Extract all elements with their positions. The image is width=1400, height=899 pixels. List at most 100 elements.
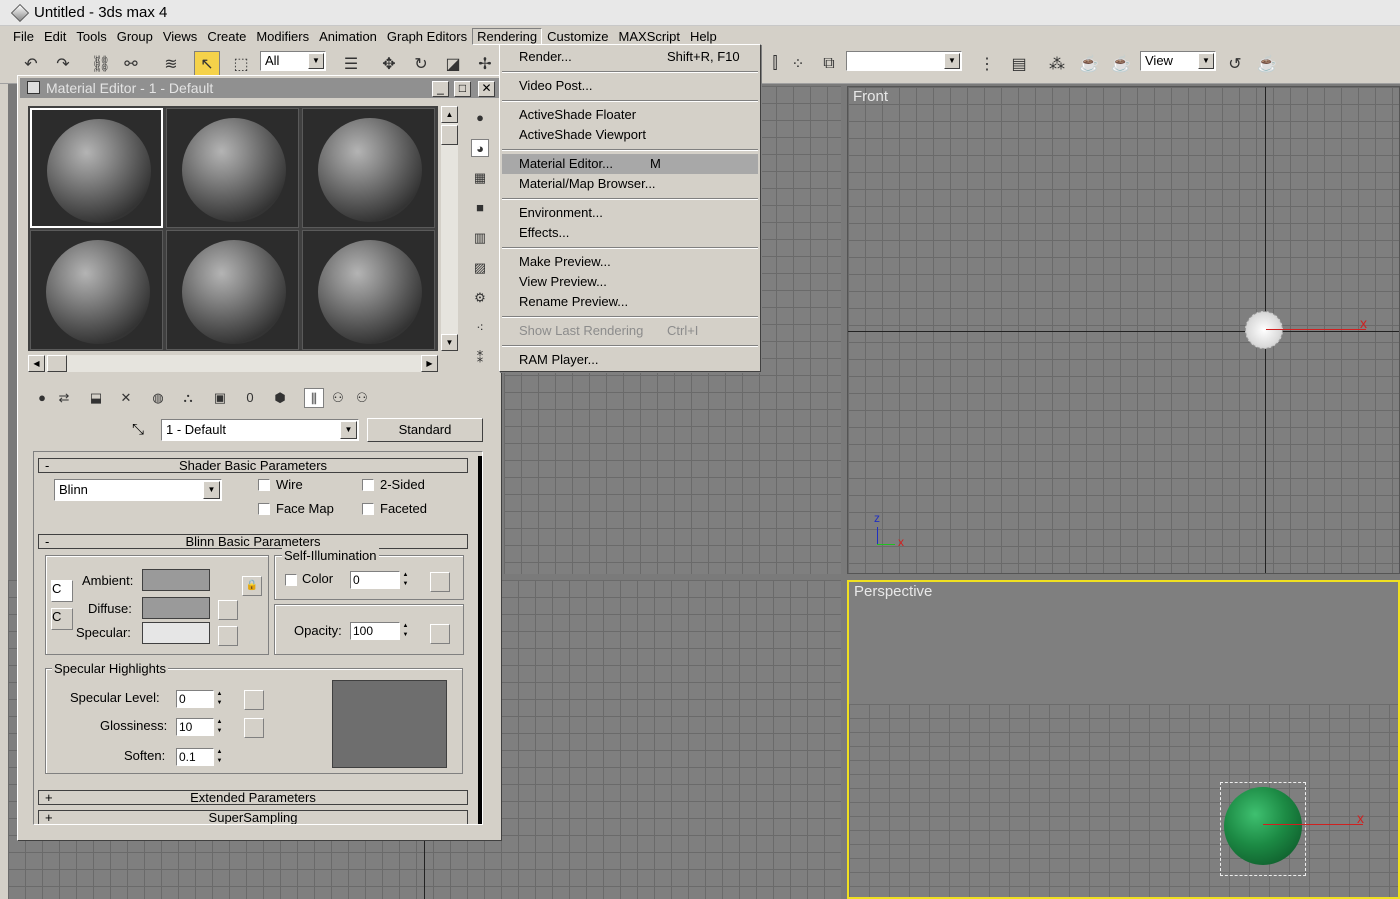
redo-icon[interactable]: ↷	[50, 51, 76, 77]
menu-ram-player[interactable]: RAM Player...	[502, 350, 758, 370]
menu-modifiers[interactable]: Modifiers	[251, 28, 314, 45]
scroll-right-icon[interactable]: ▶	[421, 355, 438, 372]
material-type-button[interactable]: Standard	[367, 418, 483, 442]
menu-environment[interactable]: Environment...	[502, 203, 758, 223]
render-last-icon[interactable]: ↺	[1222, 51, 1248, 77]
diffuse-color-swatch[interactable]	[142, 597, 210, 619]
scroll-down-icon[interactable]: ▼	[441, 334, 458, 351]
material-map-navigator-icon[interactable]: ⁑	[471, 349, 489, 367]
maximize-button[interactable]: □	[454, 81, 471, 97]
sphere-object[interactable]	[1245, 311, 1283, 349]
viewport-label-front[interactable]: Front	[853, 88, 888, 105]
sample-type-icon[interactable]: ●	[471, 109, 489, 127]
menu-rendering[interactable]: Rendering	[472, 27, 543, 45]
menu-view-preview[interactable]: View Preview...	[502, 272, 758, 292]
self-illum-map-button[interactable]	[430, 572, 450, 592]
diffuse-map-button[interactable]	[218, 600, 238, 620]
spinner-arrows-icon[interactable]: ▲ ▼	[214, 748, 225, 766]
soften-spinner[interactable]: 0.1 ▲ ▼	[176, 748, 222, 766]
menu-activeshade-floater[interactable]: ActiveShade Floater	[502, 105, 758, 125]
specular-map-button[interactable]	[218, 626, 238, 646]
unlink-icon[interactable]: ⚯	[118, 51, 144, 77]
scale-icon[interactable]: ◪	[440, 51, 466, 77]
lock-diffuse-specular-icon[interactable]: C	[51, 608, 73, 630]
sample-slot-3[interactable]	[302, 108, 435, 228]
menu-rename-preview[interactable]: Rename Preview...	[502, 292, 758, 312]
spinner-arrows-icon[interactable]: ▲ ▼	[400, 571, 411, 589]
menu-material-map-browser[interactable]: Material/Map Browser...	[502, 174, 758, 194]
slots-horizontal-scrollbar[interactable]: ◀ ▶	[28, 355, 438, 372]
menu-customize[interactable]: Customize	[542, 28, 613, 45]
sample-slot-2[interactable]	[166, 108, 299, 228]
menu-help[interactable]: Help	[685, 28, 722, 45]
material-effects-channel-icon[interactable]: ▣	[210, 388, 230, 408]
viewport-perspective[interactable]: Perspective x	[847, 580, 1400, 899]
select-object-icon[interactable]: ↖	[194, 51, 220, 77]
undo-icon[interactable]: ↶	[18, 51, 44, 77]
select-link-icon[interactable]: ⛓	[88, 51, 114, 77]
get-material-icon[interactable]: ●	[32, 388, 52, 408]
options-icon[interactable]: ⚙	[471, 289, 489, 307]
menu-graph-editors[interactable]: Graph Editors	[382, 28, 472, 45]
rollout-scrollbar[interactable]	[478, 456, 482, 824]
move-icon[interactable]: ✥	[376, 51, 402, 77]
go-to-parent-icon[interactable]: ⫼	[304, 388, 324, 408]
show-end-result-icon[interactable]: ⬢	[270, 388, 290, 408]
menu-tools[interactable]: Tools	[71, 28, 111, 45]
backlight-icon[interactable]: ◕	[471, 139, 489, 157]
render-type-combo[interactable]: View ▼	[1140, 51, 1216, 71]
self-illum-color-checkbox[interactable]	[285, 574, 297, 586]
make-unique-icon[interactable]: ◍	[148, 388, 168, 408]
rotate-icon[interactable]: ↻	[408, 51, 434, 77]
menu-maxscript[interactable]: MAXScript	[614, 28, 685, 45]
bind-space-warp-icon[interactable]: ≋	[158, 51, 184, 77]
face-map-checkbox[interactable]	[258, 503, 270, 515]
align-icon[interactable]: ⧉	[816, 51, 842, 77]
menu-material-editor[interactable]: Material Editor... M	[502, 154, 758, 174]
lock-icon[interactable]: 🔒	[242, 576, 262, 596]
quick-render-icon[interactable]: ☕	[1108, 51, 1134, 77]
reset-map-icon[interactable]: ✕	[116, 388, 136, 408]
pick-material-icon[interactable]: ⚇	[352, 388, 372, 408]
schematic-view-icon[interactable]: ▤	[1006, 51, 1032, 77]
manipulate-icon[interactable]: ✢	[472, 51, 498, 77]
opacity-map-button[interactable]	[430, 624, 450, 644]
specular-level-spinner[interactable]: 0 ▲ ▼	[176, 690, 222, 708]
menu-file[interactable]: File	[8, 28, 39, 45]
menu-create[interactable]: Create	[202, 28, 251, 45]
put-to-library-icon[interactable]: ⛬	[178, 388, 198, 408]
show-map-in-viewport-icon[interactable]: 0	[240, 388, 260, 408]
specular-level-map-button[interactable]	[244, 690, 264, 710]
lock-ambient-diffuse-icon[interactable]: C	[51, 580, 73, 602]
select-region-icon[interactable]: ⬚	[228, 51, 254, 77]
scroll-thumb[interactable]	[441, 125, 458, 145]
supersampling-rollout[interactable]: + SuperSampling	[38, 810, 468, 824]
background-checker-icon[interactable]: ▦	[471, 169, 489, 187]
assign-to-selection-icon[interactable]: ⬓	[86, 388, 106, 408]
menu-edit[interactable]: Edit	[39, 28, 71, 45]
put-to-scene-icon[interactable]: ⇄	[54, 388, 74, 408]
render-scene-icon[interactable]: ☕	[1076, 51, 1102, 77]
sample-uv-tiling-icon[interactable]: ■	[471, 199, 489, 217]
glossiness-spinner[interactable]: 10 ▲ ▼	[176, 718, 222, 736]
glossiness-map-button[interactable]	[244, 718, 264, 738]
track-view-icon[interactable]: ⋮	[974, 51, 1000, 77]
ambient-color-swatch[interactable]	[142, 569, 210, 591]
selection-filter-combo[interactable]: All ▼	[260, 51, 326, 71]
named-selection-combo[interactable]: ▼	[846, 51, 962, 71]
pick-material-from-object-icon[interactable]: ⤡	[132, 421, 144, 438]
sample-slot-4[interactable]	[30, 230, 163, 350]
shader-type-dropdown[interactable]: Blinn ▼	[54, 479, 222, 501]
self-illum-spinner[interactable]: 0 ▲ ▼	[350, 571, 408, 589]
array-icon[interactable]: ⁘	[785, 51, 811, 77]
menu-render[interactable]: Render... Shift+R, F10	[502, 47, 758, 67]
opacity-spinner[interactable]: 100 ▲ ▼	[350, 622, 408, 640]
material-name-field[interactable]: 1 - Default ▼	[161, 419, 359, 441]
sample-slot-6[interactable]	[302, 230, 435, 350]
close-button[interactable]: ✕	[478, 81, 495, 97]
minimize-button[interactable]: _	[432, 81, 449, 97]
scroll-left-icon[interactable]: ◀	[28, 355, 45, 372]
menu-effects[interactable]: Effects...	[502, 223, 758, 243]
material-editor-titlebar[interactable]: Material Editor - 1 - Default _ □ ✕	[20, 78, 499, 98]
menu-video-post[interactable]: Video Post...	[502, 76, 758, 96]
